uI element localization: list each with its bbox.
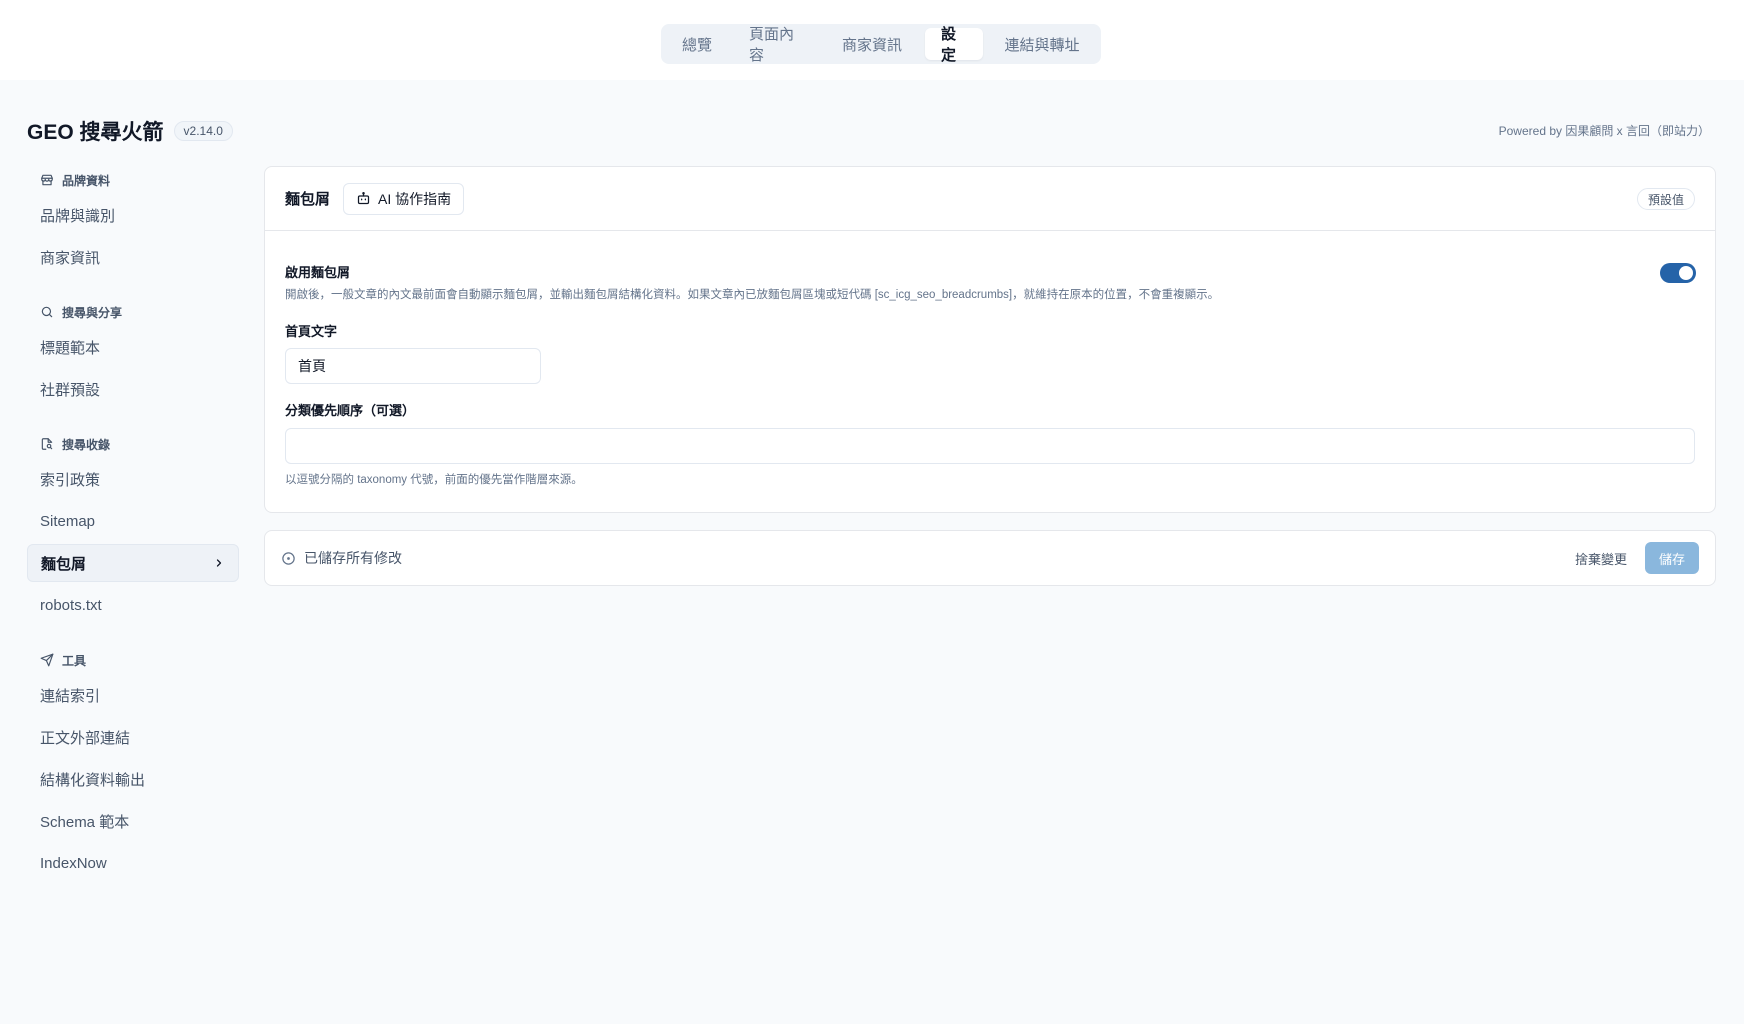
sidebar-item-schema-templates[interactable]: Schema 範本 [27, 800, 239, 842]
sidebar: 品牌資料 品牌與識別 商家資訊 搜尋與分享 標題範本 社群預設 搜尋收錄 索引政… [27, 166, 239, 884]
enable-help: 開啟後，一般文章的內文最前面會自動顯示麵包屑，並輸出麵包屑結構化資料。如果文章內… [285, 289, 1220, 301]
chevron-right-icon [216, 559, 222, 567]
card-header: 麵包屑 AI 協作指南 預設值 [265, 167, 1715, 231]
enable-label: 啟用麵包屑 [285, 265, 351, 280]
panel-title: 麵包屑 [285, 191, 331, 208]
sidebar-item-label: IndexNow [40, 854, 107, 872]
sidebar-item-label: 結構化資料輸出 [40, 771, 146, 789]
taxonomy-label: 分類優先順序（可選） [285, 403, 416, 418]
enable-field: 啟用麵包屑 開啟後，一般文章的內文最前面會自動顯示麵包屑，並輸出麵包屑結構化資料… [285, 262, 1219, 302]
discard-changes-button[interactable]: 捨棄變更 [1562, 542, 1639, 574]
version-badge: v2.14.0 [173, 121, 233, 141]
sidebar-item-sitemap[interactable]: Sitemap [27, 500, 239, 542]
sidebar-item-label: 品牌與識別 [40, 207, 116, 225]
breadcrumb-settings-card: 麵包屑 AI 協作指南 預設值 啟用麵包屑 開啟後，一般文章的內文最前面會自動顯… [264, 166, 1716, 513]
top-tabs: 總覽 頁面內容 商家資訊 設定 連結與轉址 [661, 24, 1101, 64]
tab-overview[interactable]: 總覽 [665, 28, 729, 60]
sidebar-item-label: robots.txt [40, 596, 102, 614]
sidebar-item-business-info[interactable]: 商家資訊 [27, 236, 239, 278]
sidebar-item-label: Schema 範本 [40, 813, 130, 831]
enable-breadcrumbs-toggle[interactable] [1660, 263, 1696, 283]
tab-settings[interactable]: 設定 [925, 26, 983, 64]
save-button[interactable]: 儲存 [1644, 542, 1699, 574]
sidebar-item-structured-data[interactable]: 結構化資料輸出 [27, 758, 239, 800]
sidebar-item-label: 商家資訊 [40, 249, 101, 267]
sidebar-item-indexnow[interactable]: IndexNow [27, 842, 239, 884]
file-search-icon [41, 438, 53, 450]
sidebar-section-indexing: 搜尋收錄 [27, 430, 239, 458]
sidebar-item-index-policy[interactable]: 索引政策 [27, 458, 239, 500]
store-icon [41, 174, 53, 186]
check-circle-icon [282, 551, 295, 565]
sidebar-item-robots-txt[interactable]: robots.txt [27, 584, 239, 626]
sidebar-item-label: 索引政策 [40, 471, 101, 489]
home-text-label: 首頁文字 [285, 324, 338, 339]
app-name: GEO 搜尋火箭 [27, 121, 164, 144]
sidebar-item-label: 連結索引 [40, 687, 101, 705]
home-text-field: 首頁文字 [285, 321, 541, 384]
sidebar-item-link-index[interactable]: 連結索引 [27, 674, 239, 716]
save-bar: 已儲存所有修改 捨棄變更 儲存 [264, 530, 1716, 586]
powered-by: Powered by 因果顧問 x 言回（即站力） [1498, 124, 1710, 138]
sidebar-item-label: 麵包屑 [41, 555, 87, 573]
top-bar: 總覽 頁面內容 商家資訊 設定 連結與轉址 [0, 0, 1744, 80]
ai-guide-label: AI 協作指南 [378, 190, 452, 207]
save-status: 已儲存所有修改 [281, 548, 402, 568]
sidebar-section-label: 工具 [62, 653, 87, 668]
toggle-knob [1679, 266, 1693, 280]
search-icon [41, 306, 53, 318]
sidebar-section-label: 搜尋與分享 [62, 305, 123, 320]
save-status-text: 已儲存所有修改 [304, 550, 402, 566]
sidebar-section-label: 搜尋收錄 [62, 437, 111, 452]
send-icon [40, 653, 54, 667]
sidebar-item-external-links[interactable]: 正文外部連結 [27, 716, 239, 758]
sidebar-item-label: 社群預設 [40, 381, 101, 399]
sidebar-section-search-share: 搜尋與分享 [27, 298, 239, 326]
sidebar-section-tools: 工具 [27, 646, 239, 674]
tab-page-content[interactable]: 頁面內容 [733, 26, 819, 64]
reset-defaults-button[interactable]: 預設值 [1636, 188, 1695, 210]
app-title: GEO 搜尋火箭 v2.14.0 [27, 116, 233, 146]
ai-guide-button[interactable]: AI 協作指南 [343, 182, 465, 215]
taxonomy-help: 以逗號分隔的 taxonomy 代號，前面的優先當作階層來源。 [285, 474, 583, 486]
sidebar-section-label: 品牌資料 [62, 173, 111, 188]
home-text-input[interactable] [285, 348, 541, 384]
sidebar-item-label: Sitemap [40, 512, 96, 530]
sidebar-item-brand-identity[interactable]: 品牌與識別 [27, 194, 239, 236]
tab-links-redirects[interactable]: 連結與轉址 [987, 28, 1097, 60]
taxonomy-field: 分類優先順序（可選） 以逗號分隔的 taxonomy 代號，前面的優先當作階層來… [285, 400, 1695, 487]
sidebar-item-breadcrumbs[interactable]: 麵包屑 [27, 544, 239, 582]
save-actions: 捨棄變更 儲存 [1562, 542, 1699, 574]
taxonomy-input[interactable] [285, 428, 1695, 464]
sidebar-item-title-templates[interactable]: 標題範本 [27, 326, 239, 368]
sidebar-item-social-defaults[interactable]: 社群預設 [27, 368, 239, 410]
sidebar-section-brand: 品牌資料 [27, 166, 239, 194]
sidebar-item-label: 標題範本 [40, 339, 101, 357]
sidebar-item-label: 正文外部連結 [40, 729, 131, 747]
robot-icon [357, 191, 370, 205]
tab-business-info[interactable]: 商家資訊 [823, 28, 921, 60]
